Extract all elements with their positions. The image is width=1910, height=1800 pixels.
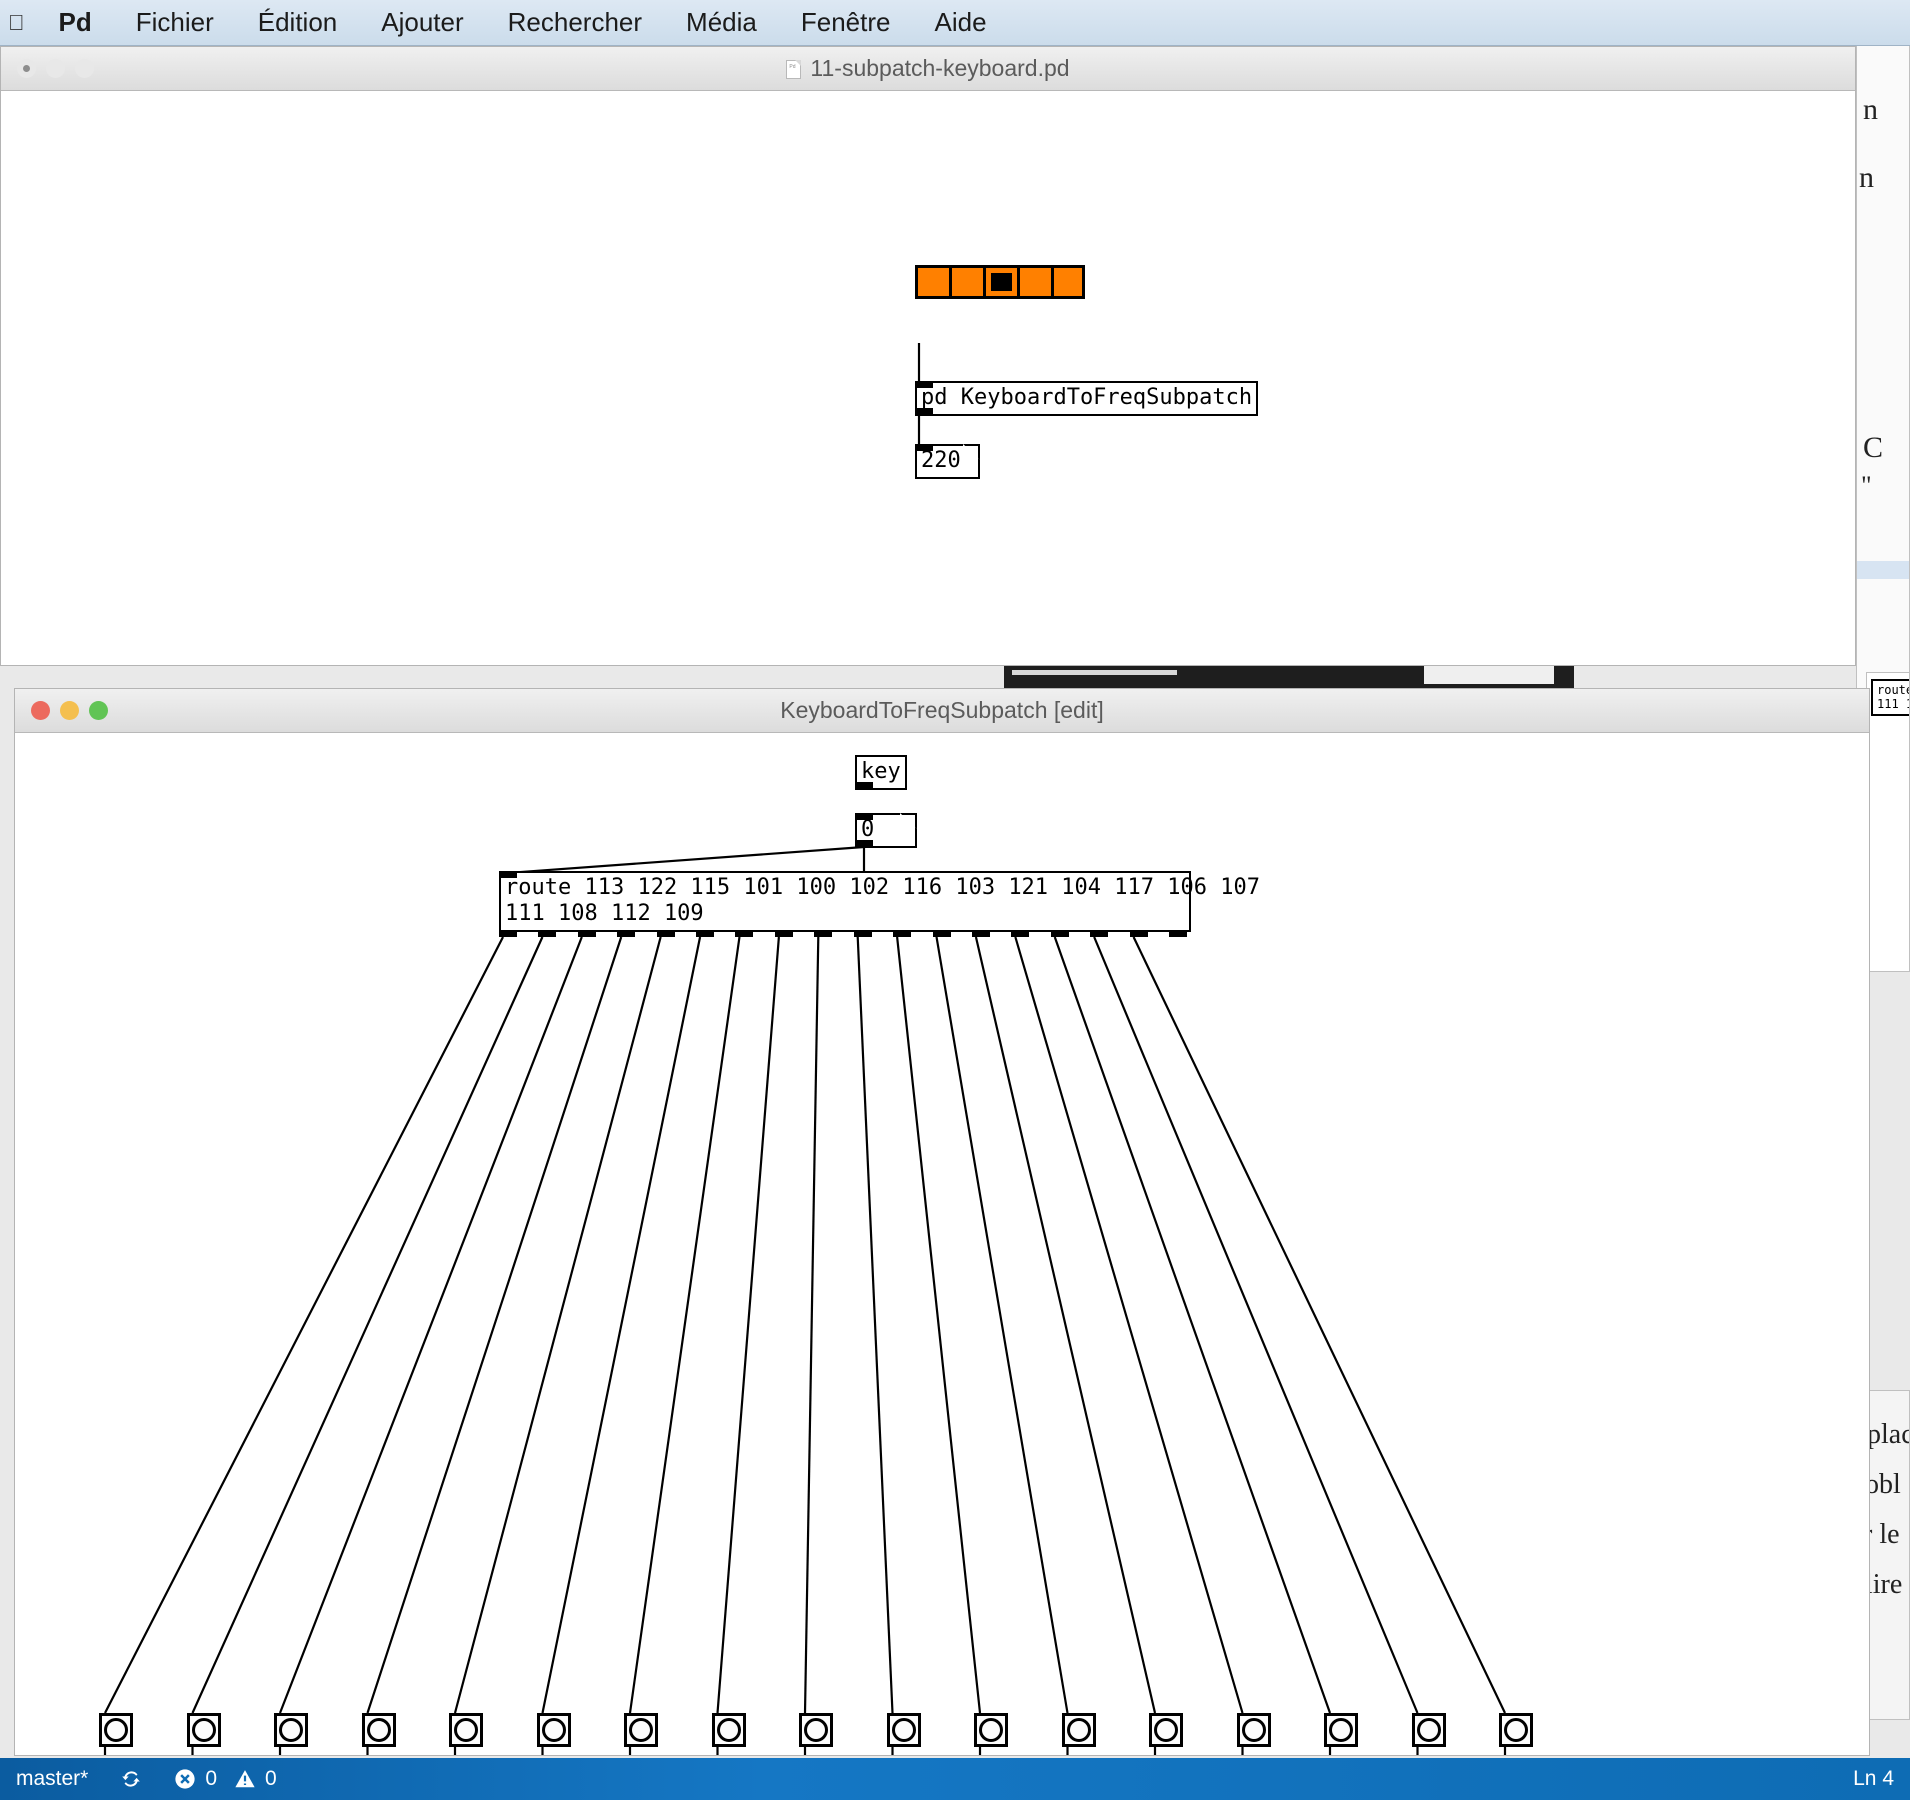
- radio-cell-3[interactable]: [1017, 265, 1051, 299]
- main-window-title-label: 11-subpatch-keyboard.pd: [810, 55, 1070, 81]
- menu-bar[interactable]:  Pd Fichier Édition Ajouter Rechercher …: [0, 0, 1910, 46]
- bang-circle-icon: [891, 1718, 916, 1742]
- bang-circle-icon: [454, 1718, 478, 1742]
- radio-cell-4[interactable]: [1051, 265, 1085, 299]
- background-window-right: n n C ": [1856, 0, 1910, 690]
- key-bang-52[interactable]: [449, 1713, 483, 1747]
- key-bang-58[interactable]: [974, 1713, 1008, 1747]
- bang-circle-icon: [1154, 1718, 1178, 1742]
- subpatch-title-text: KeyboardToFreqSubpatch [edit]: [780, 697, 1104, 723]
- apple-menu-icon[interactable]: : [2, 10, 37, 36]
- key-bang-56[interactable]: [799, 1713, 833, 1747]
- key-bang-50[interactable]: [274, 1713, 308, 1747]
- route-object[interactable]: route 113 122 115 101 100 102 116 103 12…: [499, 871, 1260, 932]
- key-bang-59[interactable]: [1061, 1713, 1096, 1747]
- octave-radio-main[interactable]: [915, 265, 1085, 299]
- screen: n n C " route 111 1 plac obl r le lire …: [0, 0, 1910, 1800]
- key-object[interactable]: key: [855, 755, 907, 790]
- key-bang-48[interactable]: [99, 1713, 133, 1747]
- main-window-title-text: Pd 11-subpatch-keyboard.pd: [1, 55, 1855, 82]
- key-bang-64[interactable]: [1499, 1713, 1533, 1747]
- background-route-object: route 111 1: [1871, 679, 1909, 717]
- key-bang-61[interactable]: [1236, 1713, 1271, 1747]
- subpatch-minimize-button[interactable]: [60, 701, 79, 720]
- key-bang-54[interactable]: [624, 1713, 658, 1747]
- keyboard-keys-layer[interactable]: Do48Do#49Ré50Ré#51Mi52Fa53Fa#54Sol55Sol#…: [15, 768, 1869, 1747]
- key-bang-60[interactable]: [1149, 1713, 1183, 1747]
- radio-cell-0[interactable]: [915, 265, 949, 299]
- bang-circle-icon: [279, 1718, 303, 1742]
- main-patch-cords: [917, 343, 921, 446]
- subpatch-titlebar[interactable]: KeyboardToFreqSubpatch [edit]: [15, 689, 1869, 733]
- bang-circle-icon: [1329, 1718, 1353, 1742]
- bang-circle-icon: [1416, 1718, 1441, 1742]
- status-right[interactable]: Ln 4: [1853, 1767, 1894, 1791]
- status-problems[interactable]: 0 0: [158, 1767, 292, 1791]
- menu-item-media[interactable]: Média: [664, 7, 779, 38]
- main-patch-window: Pd 11-subpatch-keyboard.pd pd KeyboardToF…: [0, 46, 1856, 666]
- status-bar[interactable]: master* 0 0 Ln 4: [0, 1758, 1910, 1800]
- main-frequency-number[interactable]: 220: [915, 444, 980, 479]
- key-bang-53[interactable]: [536, 1713, 571, 1747]
- bang-circle-icon: [716, 1718, 741, 1742]
- sync-icon: [122, 1771, 141, 1787]
- minimize-button[interactable]: [46, 59, 65, 78]
- subpatch-window: KeyboardToFreqSubpatch [edit] key 0 rout…: [14, 688, 1870, 1756]
- key-bang-62[interactable]: [1324, 1713, 1358, 1747]
- subpatch-canvas[interactable]: key 0 route 113 122 115 101 100 102 116 …: [15, 733, 1869, 1755]
- pd-file-icon: Pd: [786, 60, 802, 79]
- menu-item-fichier[interactable]: Fichier: [114, 7, 236, 38]
- error-icon: [175, 1769, 195, 1789]
- radio-cell-2[interactable]: [983, 265, 1017, 299]
- key-bang-51[interactable]: [361, 1713, 396, 1747]
- subpatch-maximize-button[interactable]: [89, 701, 108, 720]
- menu-item-fenetre[interactable]: Fenêtre: [779, 7, 913, 38]
- subpatch-close-button[interactable]: [31, 701, 50, 720]
- bang-circle-icon: [629, 1718, 653, 1742]
- status-sync[interactable]: [104, 1768, 158, 1790]
- background-pd-window: route 111 1: [1866, 672, 1910, 972]
- main-patch-canvas[interactable]: pd KeyboardToFreqSubpatch 220: [1, 91, 1855, 665]
- branch-label: master*: [16, 1767, 89, 1790]
- menu-item-ajouter[interactable]: Ajouter: [359, 7, 485, 38]
- bang-circle-icon: [804, 1718, 828, 1742]
- main-window-titlebar[interactable]: Pd 11-subpatch-keyboard.pd: [1, 47, 1855, 91]
- menu-item-rechercher[interactable]: Rechercher: [486, 7, 664, 38]
- bang-circle-icon: [1066, 1718, 1091, 1742]
- subpatch-window-controls[interactable]: [15, 701, 108, 720]
- key-bang-57[interactable]: [886, 1713, 921, 1747]
- menu-item-pd[interactable]: Pd: [37, 7, 114, 38]
- bang-circle-icon: [1504, 1718, 1528, 1742]
- bang-circle-icon: [191, 1718, 216, 1742]
- key-bang-63[interactable]: [1411, 1713, 1446, 1747]
- bang-circle-icon: [1241, 1718, 1266, 1742]
- key-bang-55[interactable]: [711, 1713, 746, 1747]
- window-controls[interactable]: [1, 59, 94, 78]
- key-bang-49[interactable]: [186, 1713, 221, 1747]
- warning-icon: [235, 1770, 255, 1788]
- warning-count: 0: [265, 1767, 277, 1790]
- status-branch[interactable]: master*: [0, 1767, 104, 1791]
- bang-circle-icon: [979, 1718, 1003, 1742]
- bang-circle-icon: [541, 1718, 566, 1742]
- error-count: 0: [205, 1767, 218, 1790]
- menu-item-aide[interactable]: Aide: [912, 7, 1008, 38]
- bang-circle-icon: [104, 1718, 128, 1742]
- maximize-button[interactable]: [75, 59, 94, 78]
- pd-subpatch-object[interactable]: pd KeyboardToFreqSubpatch: [915, 381, 1259, 416]
- key-number-box[interactable]: 0: [855, 813, 917, 848]
- radio-cell-1[interactable]: [949, 265, 983, 299]
- bang-circle-icon: [366, 1718, 391, 1742]
- cursor-position: Ln 4: [1853, 1767, 1894, 1790]
- close-button[interactable]: [17, 59, 36, 78]
- menu-item-edition[interactable]: Édition: [236, 7, 360, 38]
